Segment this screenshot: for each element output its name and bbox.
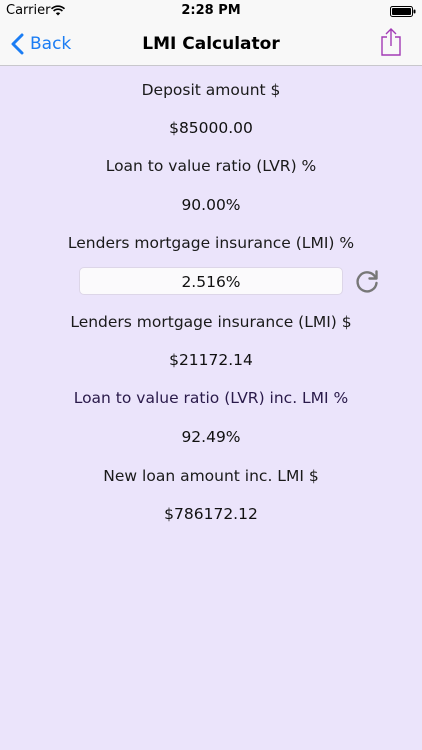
lmi-rate-field[interactable]: 2.516% — [79, 267, 343, 295]
status-bar: Carrier 2:28 PM — [0, 0, 422, 22]
deposit-label: Deposit amount $ — [141, 81, 281, 99]
new-loan-label: New loan amount inc. LMI $ — [103, 467, 319, 485]
lvr-label: Loan to value ratio (LVR) % — [105, 157, 317, 175]
deposit-value: $85000.00 — [169, 119, 253, 137]
lmi-amount-label: Lenders mortgage insurance (LMI) $ — [70, 313, 352, 331]
battery-icon — [390, 6, 416, 17]
status-time: 2:28 PM — [181, 3, 241, 18]
lvr-inc-lmi-value: 92.49% — [181, 428, 241, 446]
lvr-value: 90.00% — [181, 196, 241, 214]
page-title: LMI Calculator — [142, 34, 280, 54]
lmi-calculator-screen: Carrier 2:28 PM Back LMI Calculator Depo… — [0, 0, 422, 750]
lvr-inc-lmi-label: Loan to value ratio (LVR) inc. LMI % — [73, 389, 349, 407]
refresh-icon[interactable] — [354, 269, 380, 295]
navigation-bar: Back LMI Calculator — [0, 22, 422, 66]
new-loan-value: $786172.12 — [164, 505, 258, 523]
share-icon[interactable] — [380, 27, 402, 57]
lmi-amount-value: $21172.14 — [169, 351, 253, 369]
lmi-rate-label: Lenders mortgage insurance (LMI) % — [67, 234, 355, 252]
